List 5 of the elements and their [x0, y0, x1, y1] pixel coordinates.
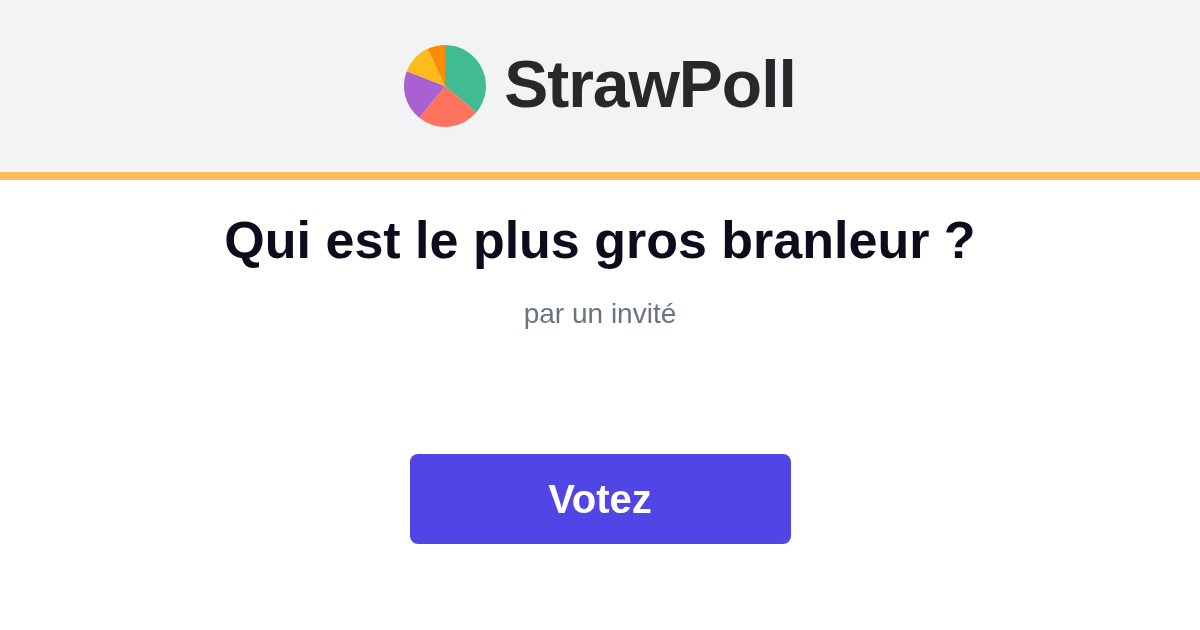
logo-text: StrawPoll — [504, 51, 796, 121]
vote-button[interactable]: Votez — [409, 454, 791, 544]
poll-author: par un invité — [523, 297, 677, 331]
pie-chart-icon — [404, 45, 487, 127]
poll-title: Qui est le plus gros branleur ? — [224, 210, 976, 271]
